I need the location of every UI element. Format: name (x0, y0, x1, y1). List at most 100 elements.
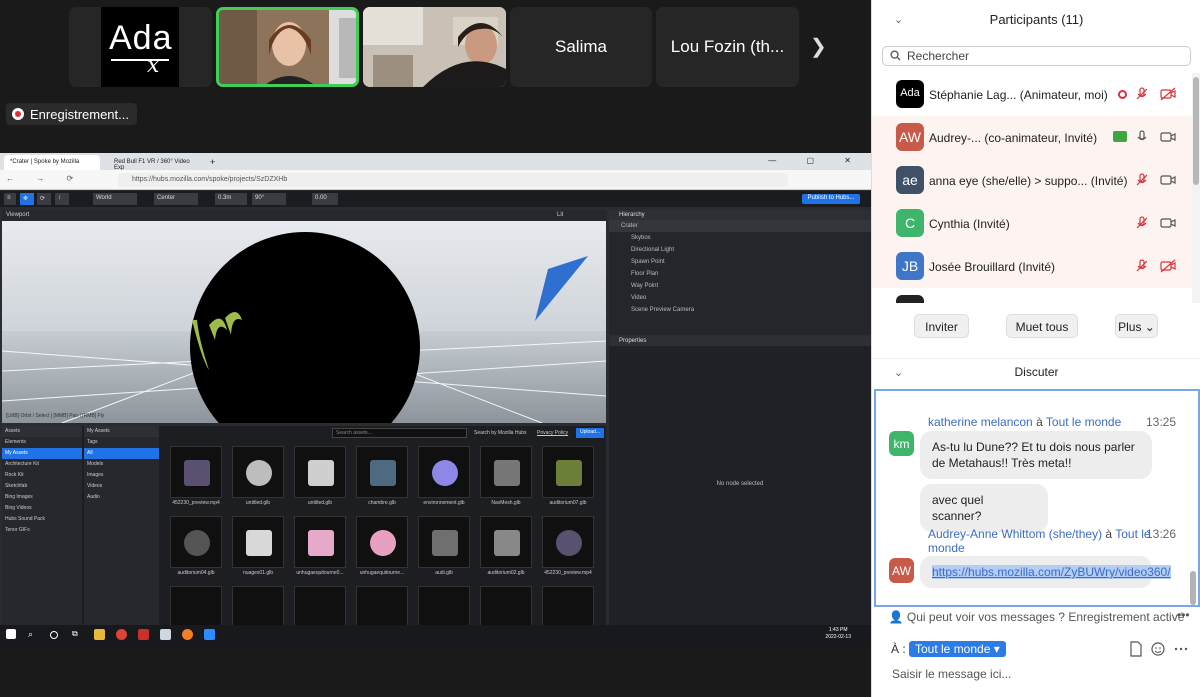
participant-tile-video-speaking[interactable] (216, 7, 359, 87)
window-controls[interactable]: — ▢ ✕ (768, 156, 865, 165)
mic-muted-icon[interactable] (1135, 259, 1149, 273)
video-off-icon[interactable] (1160, 87, 1176, 101)
scale-tool-icon[interactable]: ↕ (55, 193, 69, 205)
asset-item[interactable]: nuages01.glb (232, 516, 284, 576)
spoke-viewport[interactable]: Viewport Lit [LMB] Orbit / Select | [MMB… (2, 210, 606, 423)
asset-item[interactable]: chambre.glb (356, 446, 408, 506)
chevron-down-icon[interactable]: ⌄ (894, 366, 903, 379)
hierarchy-item[interactable]: Spawn Point (609, 256, 871, 268)
chat-link-bubble[interactable]: https://hubs.mozilla.com/ZyBUWry/video36… (920, 556, 1171, 588)
angle-select[interactable]: 90° (252, 193, 286, 205)
hierarchy-item[interactable]: Directional Light (609, 244, 871, 256)
hierarchy-item[interactable]: Scene Preview Camera (609, 304, 871, 316)
hierarchy-item[interactable]: Video (609, 292, 871, 304)
more-icon[interactable]: ••• (1177, 608, 1190, 622)
chat-messages[interactable]: katherine melancon à Tout le monde 13:25… (874, 389, 1200, 607)
asset-item[interactable]: auditorium04.glb (170, 516, 222, 576)
participant-tile-video[interactable] (363, 7, 506, 87)
asset-source-item[interactable]: Tenor GIFs (2, 525, 82, 536)
chevron-down-icon[interactable]: ⌄ (894, 13, 903, 26)
browser-tab-spoke[interactable]: *Crater | Spoke by Mozilla (4, 155, 100, 170)
windows-start-icon[interactable] (6, 629, 16, 639)
mic-icon[interactable] (1135, 130, 1149, 144)
asset-source-item[interactable]: Rock Kit (2, 470, 82, 481)
upload-button[interactable]: Upload... (576, 428, 604, 438)
app-icon[interactable] (160, 629, 171, 640)
asset-tag-item[interactable]: Images (84, 470, 159, 481)
asset-item[interactable]: auditorium02.glb (480, 516, 532, 576)
mic-muted-icon[interactable] (1135, 87, 1149, 101)
asset-item[interactable]: 452230_preview.mp4 (170, 446, 222, 506)
mic-muted-icon[interactable] (1135, 173, 1149, 187)
asset-source-item[interactable]: My Assets (2, 448, 82, 459)
mic-muted-icon[interactable] (1135, 216, 1149, 230)
publish-button[interactable]: Publish to Hubs... (802, 194, 860, 204)
address-bar[interactable]: https://hubs.mozilla.com/spoke/projects/… (118, 173, 788, 187)
file-explorer-icon[interactable] (94, 629, 105, 640)
scale-input[interactable]: 0.00 (312, 193, 338, 205)
chrome-icon[interactable] (116, 629, 127, 640)
pivot-select[interactable]: Center (154, 193, 198, 205)
chat-visibility-notice[interactable]: 👤 Qui peut voir vos messages ? Enregistr… (872, 610, 1200, 624)
asset-source-item[interactable]: Architecture Kit (2, 459, 82, 470)
asset-source-item[interactable]: Bing Images (2, 492, 82, 503)
asset-tag-item[interactable]: All (84, 448, 159, 459)
chat-link[interactable]: https://hubs.mozilla.com/ZyBUWry/video36… (932, 565, 1171, 579)
rotate-tool-icon[interactable]: ⟳ (37, 193, 51, 205)
asset-item[interactable]: 452230_preview.mp4 (542, 516, 594, 576)
asset-source-item[interactable]: Sketchfab (2, 481, 82, 492)
chevron-right-icon[interactable]: ❯ (810, 34, 827, 59)
hierarchy-item[interactable]: Skybox (609, 232, 871, 244)
space-select[interactable]: World (93, 193, 137, 205)
task-view-icon[interactable]: ⧉ (72, 629, 83, 640)
emoji-icon[interactable] (1151, 642, 1165, 656)
more-icon[interactable] (1174, 647, 1188, 651)
participant-search-input[interactable]: Rechercher (882, 46, 1191, 66)
participant-scrollbar[interactable] (1192, 73, 1200, 303)
asset-item[interactable]: untitled.glb (232, 446, 284, 506)
hierarchy-item[interactable]: Floor Plan (609, 268, 871, 280)
participant-tile-lou[interactable]: Lou Fozin (th... (656, 7, 799, 87)
participant-row[interactable]: C Cynthia (Invité) (872, 202, 1192, 245)
asset-item[interactable]: NavMesh.glb (480, 446, 532, 506)
privacy-link[interactable]: Privacy Policy (537, 430, 568, 436)
mute-all-button[interactable]: Muet tous (1006, 314, 1078, 338)
chat-scrollbar[interactable] (1190, 571, 1196, 605)
file-icon[interactable] (1130, 641, 1142, 657)
participant-row[interactable]: AW Audrey-... (co-animateur, Invité) (872, 116, 1192, 159)
asset-tag-item[interactable]: Models (84, 459, 159, 470)
participant-row[interactable]: ae anna eye (she/elle) > suppo... (Invité… (872, 159, 1192, 202)
asset-search-input[interactable]: Search assets... (332, 428, 467, 438)
recipient-select[interactable]: Tout le monde ▾ (909, 641, 1006, 657)
asset-item[interactable]: unhugaequitourne0... (294, 516, 346, 576)
menu-icon[interactable]: ≡ (4, 193, 16, 205)
cortana-icon[interactable] (50, 631, 58, 639)
asset-item[interactable]: auditorium07.glb (542, 446, 594, 506)
asset-item[interactable]: unhugaequitourne... (356, 516, 408, 576)
asset-tag-item[interactable]: Videos (84, 481, 159, 492)
asset-source-item[interactable]: Elements (2, 437, 82, 448)
message-input[interactable]: Saisir le message ici... (892, 667, 1011, 681)
move-tool-icon[interactable]: ✥ (20, 193, 34, 205)
invite-button[interactable]: Inviter (914, 314, 969, 338)
snap-select[interactable]: 0.3m (215, 193, 247, 205)
asset-item[interactable]: untitled.glb (294, 446, 346, 506)
participant-row[interactable]: Ada Stéphanie Lag... (Animateur, moi) (872, 73, 1192, 116)
asset-tag-item[interactable]: Audio (84, 492, 159, 503)
asset-item[interactable]: environnement.glb (418, 446, 470, 506)
participant-tile-ada[interactable]: Ada x (69, 7, 212, 87)
search-icon[interactable]: ⌕ (28, 629, 39, 640)
participant-tile-salima[interactable]: Salima (510, 7, 652, 87)
firefox-icon[interactable] (182, 629, 193, 640)
participant-row[interactable]: JB Josée Brouillard (Invité) (872, 245, 1192, 288)
video-icon[interactable] (1160, 130, 1176, 144)
more-button[interactable]: Plus ⌄ (1115, 314, 1158, 338)
video-icon[interactable] (1160, 216, 1176, 230)
browser-tab-youtube[interactable]: Red Bull F1 VR / 360° Video Exp (108, 155, 200, 171)
hierarchy-item[interactable]: Crater (609, 220, 871, 232)
video-icon[interactable] (1160, 173, 1176, 187)
new-tab-icon[interactable]: + (204, 153, 221, 168)
browser-nav-icons[interactable]: ← → ⟳ (6, 174, 83, 183)
asset-source-item[interactable]: Hubs Sound Pack (2, 514, 82, 525)
hierarchy-item[interactable]: Way Point (609, 280, 871, 292)
